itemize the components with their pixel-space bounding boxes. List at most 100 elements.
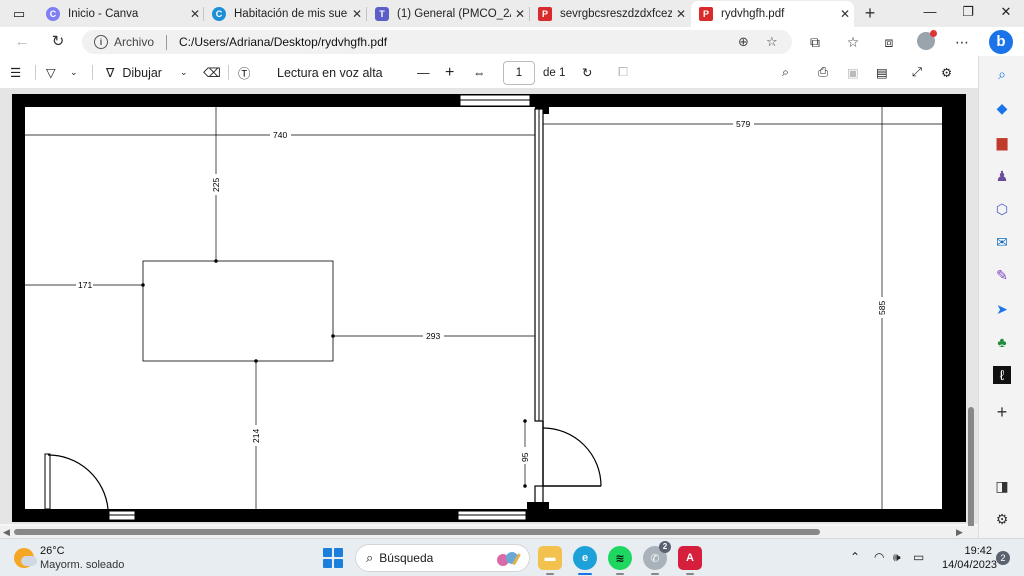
- address-row: ← ↻ i Archivo C:/Users/Adriana/Desktop/r…: [0, 27, 1024, 56]
- battery-icon[interactable]: ▭: [913, 550, 924, 564]
- notification-badge[interactable]: 2: [996, 551, 1010, 565]
- close-tab-icon[interactable]: ✕: [511, 7, 529, 21]
- fit-page-icon[interactable]: ⇔: [473, 64, 486, 81]
- tools-briefcase-icon[interactable]: ▆: [992, 132, 1012, 152]
- autocad-icon[interactable]: A: [678, 546, 702, 575]
- add-sidebar-app-icon[interactable]: +: [992, 402, 1012, 422]
- address-bar[interactable]: i Archivo C:/Users/Adriana/Desktop/rydvh…: [82, 30, 792, 54]
- file-explorer-icon[interactable]: ▬: [538, 546, 562, 575]
- back-button[interactable]: ←: [12, 32, 32, 52]
- chevron-down-icon[interactable]: ⌄: [70, 64, 78, 81]
- show-hidden-icons[interactable]: ⌃: [850, 550, 860, 564]
- microsoft365-icon[interactable]: ⬡: [992, 199, 1012, 219]
- canva-icon: C: [46, 7, 60, 21]
- settings-gear-icon[interactable]: ⚙: [941, 64, 952, 81]
- zoom-out-button[interactable]: —: [417, 64, 430, 81]
- outlook-icon[interactable]: ✉: [992, 232, 1012, 252]
- close-tab-icon[interactable]: ✕: [348, 7, 366, 21]
- search-highlight-icon: [497, 552, 521, 566]
- save-icon[interactable]: ▣: [847, 64, 859, 81]
- close-tab-icon[interactable]: ✕: [186, 7, 204, 21]
- taskbar-search[interactable]: ⌕ Búsqueda: [355, 544, 530, 572]
- whatsapp-icon[interactable]: ✆ 2: [643, 541, 671, 575]
- bing-copilot-icon[interactable]: b: [989, 30, 1013, 54]
- text-icon[interactable]: Ⓣ: [238, 64, 251, 81]
- draw-label: Dibujar: [122, 65, 162, 80]
- weather-sun-icon[interactable]: [14, 548, 37, 568]
- profile-avatar[interactable]: [917, 30, 937, 50]
- close-tab-icon[interactable]: ✕: [836, 7, 854, 21]
- zoom-in-button[interactable]: +: [445, 64, 454, 81]
- tab-habitacion[interactable]: C Habitación de mis sueños ✕: [204, 1, 366, 27]
- collections-icon[interactable]: ⧈: [880, 33, 898, 51]
- search-icon[interactable]: ⌕: [992, 64, 1012, 84]
- canva-icon: C: [212, 7, 226, 21]
- search-icon: ⌕: [366, 550, 374, 565]
- info-icon[interactable]: i: [94, 35, 108, 49]
- volume-icon[interactable]: 🕪: [893, 550, 901, 565]
- chevron-down-icon[interactable]: ⌄: [180, 64, 188, 81]
- scroll-left-icon[interactable]: ◀: [3, 526, 10, 538]
- games-icon[interactable]: ♟: [992, 166, 1012, 186]
- edge-sidebar: ⌕ ◆ ▆ ♟ ⬡ ✉ ✎ ➤ ♣ ℓ + ◨ ⚙: [978, 56, 1024, 538]
- send-icon[interactable]: ➤: [992, 299, 1012, 319]
- extensions-icon[interactable]: ⧉: [806, 33, 824, 51]
- add-favorite-icon[interactable]: ☆: [766, 34, 778, 50]
- vertical-scrollbar[interactable]: [968, 407, 974, 535]
- tab-title: (1) General (PMCO_2A2) |: [397, 8, 511, 20]
- read-aloud-button[interactable]: Lectura en voz alta: [277, 64, 383, 81]
- title-bar: ▭ C Inicio - Canva ✕ C Habitación de mis…: [0, 0, 1024, 27]
- highlight-icon[interactable]: ▽: [46, 64, 56, 81]
- floor-plan-drawing: 740 579 225 171 293 214 95 585: [12, 94, 966, 522]
- close-window-button[interactable]: ✕: [994, 4, 1018, 22]
- tab-teams-general[interactable]: T (1) General (PMCO_2A2) | ✕: [367, 1, 529, 27]
- shopping-tag-icon[interactable]: ◆: [992, 98, 1012, 118]
- search-icon[interactable]: ⌕: [782, 64, 789, 81]
- horizontal-scrollbar-track[interactable]: ◀ ▶: [0, 526, 978, 538]
- page-total: de 1: [543, 66, 566, 79]
- hide-sidebar-icon[interactable]: ◨: [992, 476, 1012, 496]
- designer-icon[interactable]: ✎: [992, 265, 1012, 285]
- tab-actions-icon[interactable]: ▭: [8, 5, 30, 23]
- tab-title: rydvhgfh.pdf: [721, 8, 785, 20]
- refresh-button[interactable]: ↻: [48, 32, 68, 52]
- restore-button[interactable]: ❐: [956, 4, 980, 22]
- save-as-icon[interactable]: ▤: [876, 64, 888, 81]
- favorites-icon[interactable]: ☆: [844, 33, 862, 51]
- weather-description[interactable]: Mayorm. soleado: [40, 559, 124, 571]
- eraser-icon[interactable]: ⌫: [203, 64, 221, 81]
- pdf-page: 740 579 225 171 293 214 95 585: [12, 94, 966, 522]
- fullscreen-icon[interactable]: ⤢: [912, 64, 922, 81]
- pdf-icon: P: [699, 7, 713, 21]
- pdf-viewer[interactable]: 740 579 225 171 293 214 95 585: [0, 89, 978, 535]
- zoom-icon[interactable]: ⊕: [738, 34, 749, 50]
- dimension-label: 171: [78, 280, 92, 290]
- tab-title: sevrgbcsreszdzdxfcezfd.pd: [560, 8, 672, 20]
- scroll-right-icon[interactable]: ▶: [956, 526, 963, 538]
- url-text[interactable]: C:/Users/Adriana/Desktop/rydvhgfh.pdf: [179, 35, 387, 49]
- print-icon[interactable]: ⎙: [818, 64, 828, 81]
- clock-time: 19:42: [964, 545, 992, 557]
- more-menu-icon[interactable]: ⋯: [953, 33, 971, 51]
- tab-sevrgb-pdf[interactable]: P sevrgbcsreszdzdxfcezfd.pd ✕: [530, 1, 690, 27]
- rotate-icon[interactable]: ↻: [582, 64, 592, 81]
- close-tab-icon[interactable]: ✕: [672, 7, 690, 21]
- tab-inicio-canva[interactable]: C Inicio - Canva ✕: [38, 1, 204, 27]
- system-clock[interactable]: 19:42 14/04/2023: [942, 544, 997, 572]
- edge-browser-icon[interactable]: e: [573, 546, 597, 575]
- sidebar-settings-icon[interactable]: ⚙: [992, 509, 1012, 529]
- notion-icon[interactable]: ℓ: [993, 366, 1011, 384]
- tree-icon[interactable]: ♣: [992, 332, 1012, 352]
- minimize-button[interactable]: —: [918, 4, 942, 22]
- contents-icon[interactable]: ☰: [10, 64, 21, 81]
- new-tab-button[interactable]: +: [860, 4, 880, 24]
- wifi-icon[interactable]: ◠: [874, 550, 884, 564]
- draw-button[interactable]: ∇ Dibujar: [106, 64, 162, 81]
- horizontal-scrollbar[interactable]: [14, 529, 820, 535]
- weather-temperature[interactable]: 26°C: [40, 545, 65, 557]
- page-number-input[interactable]: 1: [503, 61, 535, 85]
- page-view-icon[interactable]: ⧠: [618, 64, 628, 81]
- tab-rydvhgfh-pdf[interactable]: P rydvhgfh.pdf ✕: [691, 1, 854, 27]
- windows-start-icon[interactable]: [323, 548, 343, 568]
- spotify-icon[interactable]: ≋: [608, 546, 632, 575]
